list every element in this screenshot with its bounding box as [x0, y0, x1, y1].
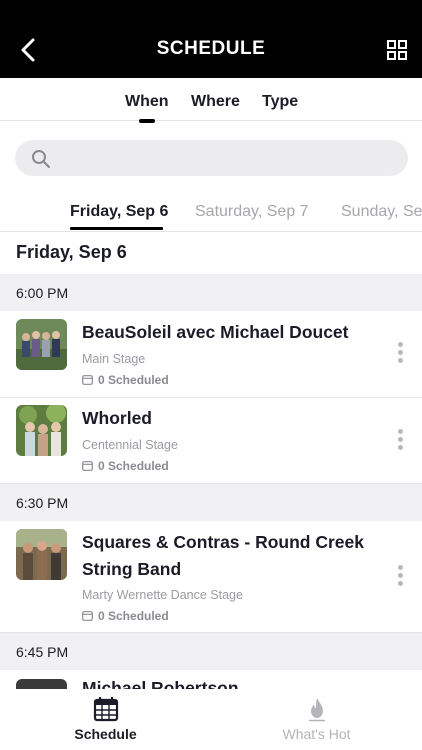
- grid-view-button[interactable]: [387, 40, 407, 60]
- tab-where[interactable]: Where: [191, 93, 240, 111]
- calendar-icon: [93, 697, 118, 722]
- app-header: SCHEDULE: [0, 0, 422, 78]
- time-label: 6:00 PM: [16, 285, 69, 301]
- event-stage: Main Stage: [82, 352, 146, 366]
- scheduled-count: 0 Scheduled: [82, 373, 169, 387]
- tab-when[interactable]: When: [125, 93, 169, 111]
- page-title: SCHEDULE: [156, 38, 266, 59]
- event-row[interactable]: Squares & Contras - Round Creek String B…: [0, 521, 422, 633]
- nav-schedule-label: Schedule: [74, 726, 137, 742]
- time-section-header: 6:45 PM: [0, 633, 422, 670]
- nav-whats-hot-label: What's Hot: [282, 726, 351, 742]
- scheduled-count: 0 Scheduled: [82, 609, 169, 623]
- event-thumbnail: [16, 529, 67, 580]
- time-section-header: 6:30 PM: [0, 484, 422, 521]
- day-tab-friday[interactable]: Friday, Sep 6: [70, 203, 168, 221]
- day-tabs: Friday, Sep 6 Saturday, Sep 7 Sunday, Se…: [0, 195, 422, 232]
- time-label: 6:45 PM: [16, 644, 69, 660]
- event-thumbnail: [16, 319, 67, 370]
- event-stage: Marty Wernette Dance Stage: [82, 588, 243, 602]
- scheduled-text: 0 Scheduled: [98, 373, 169, 387]
- scheduled-text: 0 Scheduled: [98, 609, 169, 623]
- flame-icon: [308, 698, 325, 722]
- date-heading: Friday, Sep 6: [16, 242, 127, 262]
- calendar-small-icon: [82, 375, 93, 385]
- event-title: Squares & Contras - Round Creek String B…: [82, 532, 364, 579]
- scheduled-text: 0 Scheduled: [98, 459, 169, 473]
- more-options-button[interactable]: [396, 342, 404, 366]
- filter-tabs: When Where Type: [0, 78, 422, 121]
- calendar-small-icon: [82, 461, 93, 471]
- event-title: Whorled: [82, 408, 152, 428]
- calendar-small-icon: [82, 611, 93, 621]
- event-row[interactable]: Whorled Centennial Stage 0 Scheduled: [0, 398, 422, 484]
- search-icon: [32, 150, 51, 169]
- event-row[interactable]: BeauSoleil avec Michael Doucet Main Stag…: [0, 311, 422, 398]
- nav-whats-hot[interactable]: What's Hot: [211, 689, 422, 750]
- time-label: 6:30 PM: [16, 495, 69, 511]
- grid-view-icon: [387, 40, 407, 60]
- more-options-button[interactable]: [396, 429, 404, 453]
- more-options-button[interactable]: [396, 565, 404, 589]
- search-bar[interactable]: [15, 140, 408, 176]
- event-thumbnail: [16, 405, 67, 456]
- active-day-indicator: [70, 227, 163, 230]
- event-stage: Centennial Stage: [82, 438, 178, 452]
- time-section-header: 6:00 PM: [0, 274, 422, 311]
- scheduled-count: 0 Scheduled: [82, 459, 169, 473]
- day-tab-sunday[interactable]: Sunday, Sep 8: [341, 203, 422, 221]
- search-input[interactable]: [60, 140, 390, 176]
- day-tab-saturday[interactable]: Saturday, Sep 7: [195, 203, 309, 221]
- tab-type[interactable]: Type: [262, 93, 298, 111]
- event-title: BeauSoleil avec Michael Doucet: [82, 322, 349, 342]
- nav-schedule[interactable]: Schedule: [0, 689, 211, 750]
- bottom-navigation: Schedule What's Hot: [0, 689, 422, 750]
